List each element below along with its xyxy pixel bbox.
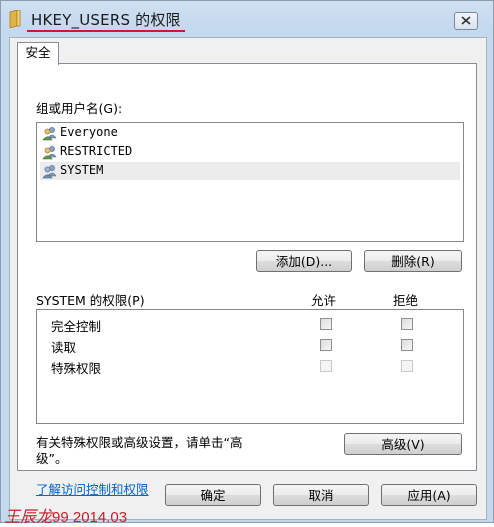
list-item-label: RESTRICTED <box>60 144 133 158</box>
allow-read-checkbox[interactable] <box>320 339 332 351</box>
apply-button[interactable]: 应用(A) <box>381 484 477 506</box>
deny-full-control-checkbox[interactable] <box>401 318 413 330</box>
permission-label-full-control: 完全控制 <box>51 319 102 334</box>
advanced-hint-line2: 级”。 <box>36 451 68 466</box>
security-tab-panel: 组或用户名(G): Everyone RESTRICTED SYSTEM 添加(… <box>17 63 477 497</box>
close-icon <box>461 14 471 28</box>
permissions-dialog: HKEY_USERS 的权限 安全 组或用户名(G): Everyone RES… <box>0 0 494 523</box>
window-title: HKEY_USERS 的权限 <box>31 11 181 29</box>
cancel-button[interactable]: 取消 <box>273 484 369 506</box>
list-item-label: SYSTEM <box>60 163 104 177</box>
tab-security[interactable]: 安全 <box>17 42 59 65</box>
users-icon <box>42 144 58 160</box>
allow-column-header: 允许 <box>311 293 337 308</box>
allow-full-control-checkbox[interactable] <box>320 318 332 330</box>
list-item-label: Everyone <box>60 125 118 139</box>
ok-button[interactable]: 确定 <box>165 484 261 506</box>
allow-special-checkbox <box>320 360 332 372</box>
watermark-signature: 王辰龙99 2014.03 <box>4 503 127 527</box>
list-item-restricted[interactable]: RESTRICTED <box>40 143 460 161</box>
permissions-title: SYSTEM 的权限(P) <box>36 293 145 308</box>
users-icon <box>42 125 58 141</box>
learn-access-control-link[interactable]: 了解访问控制和权限 <box>36 479 149 498</box>
signature-text: 王辰龙 <box>4 507 53 526</box>
groups-label: 组或用户名(G): <box>36 101 123 116</box>
remove-button[interactable]: 删除(R) <box>364 250 462 272</box>
list-item-system[interactable]: SYSTEM <box>40 162 460 180</box>
folder-icon <box>9 9 21 29</box>
deny-special-checkbox <box>401 360 413 372</box>
close-button[interactable] <box>454 12 478 30</box>
advanced-button[interactable]: 高级(V) <box>344 433 462 455</box>
dialog-body: 安全 组或用户名(G): Everyone RESTRICTED SYSTEM … <box>9 37 487 520</box>
deny-column-header: 拒绝 <box>393 293 419 308</box>
title-underline-mark <box>27 30 185 32</box>
tab-security-label: 安全 <box>25 45 51 60</box>
permission-label-special: 特殊权限 <box>51 361 102 376</box>
deny-read-checkbox[interactable] <box>401 339 413 351</box>
permission-label-read: 读取 <box>51 340 77 355</box>
add-button[interactable]: 添加(D)... <box>256 250 352 272</box>
list-item-everyone[interactable]: Everyone <box>40 124 460 142</box>
users-icon <box>42 163 58 179</box>
watermark-date: 99 2014.03 <box>52 509 128 526</box>
permissions-list: 完全控制 读取 特殊权限 <box>36 309 464 424</box>
group-user-list[interactable]: Everyone RESTRICTED SYSTEM <box>36 122 464 242</box>
title-bar[interactable]: HKEY_USERS 的权限 <box>1 1 493 37</box>
